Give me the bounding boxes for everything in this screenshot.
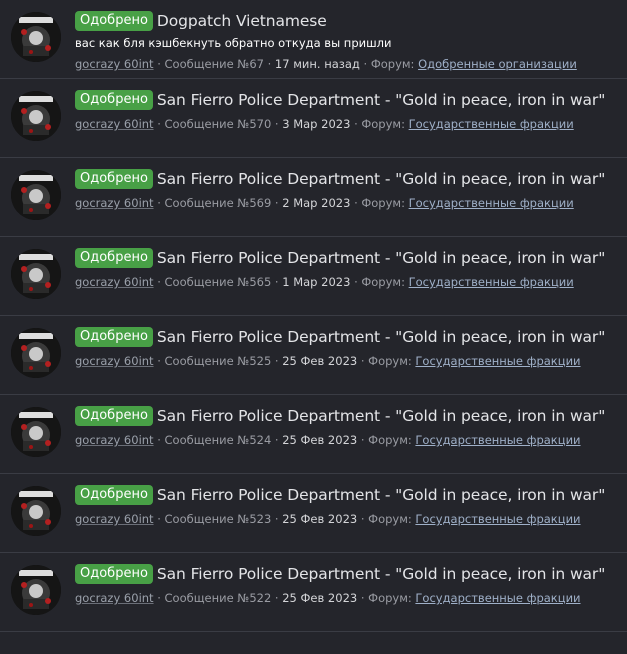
avatar-image-icon xyxy=(11,91,61,141)
post-date: 17 мин. назад xyxy=(274,57,360,71)
result-title-line: Одобрено San Fierro Police Department - "… xyxy=(75,248,605,268)
avatar-image-icon xyxy=(11,565,61,615)
forum-link[interactable]: Государственные фракции xyxy=(415,433,580,447)
author-link[interactable]: gocrazy 60int xyxy=(75,433,154,447)
forum-link[interactable]: Государственные фракции xyxy=(415,591,580,605)
thread-title-link[interactable]: Dogpatch Vietnamese xyxy=(157,12,327,30)
result-item: Одобрено San Fierro Police Department - "… xyxy=(0,553,627,632)
avatar[interactable] xyxy=(11,328,61,378)
result-meta: gocrazy 60int · Сообщение №522 · 25 Фев … xyxy=(75,591,581,605)
status-badge: Одобрено xyxy=(75,406,153,426)
result-meta: gocrazy 60int · Сообщение №569 · 2 Мар 2… xyxy=(75,196,574,210)
result-title-line: Одобрено San Fierro Police Department - "… xyxy=(75,564,605,584)
author-link[interactable]: gocrazy 60int xyxy=(75,275,154,289)
thread-title-link[interactable]: San Fierro Police Department - "Gold in … xyxy=(157,565,605,583)
avatar[interactable] xyxy=(11,170,61,220)
post-date: 25 Фев 2023 xyxy=(282,512,358,526)
result-title-line: Одобрено San Fierro Police Department - "… xyxy=(75,90,605,110)
post-number[interactable]: Сообщение №525 xyxy=(165,354,272,368)
forum-link[interactable]: Государственные фракции xyxy=(415,512,580,526)
status-badge: Одобрено xyxy=(75,90,153,110)
forum-label: Форум: xyxy=(368,512,412,526)
forum-link[interactable]: Одобренные организации xyxy=(418,57,577,71)
forum-link[interactable]: Государственные фракции xyxy=(409,275,574,289)
post-date: 2 Мар 2023 xyxy=(282,196,351,210)
thread-title-link[interactable]: San Fierro Police Department - "Gold in … xyxy=(157,328,605,346)
thread-title-link[interactable]: San Fierro Police Department - "Gold in … xyxy=(157,170,605,188)
forum-link[interactable]: Государственные фракции xyxy=(409,117,574,131)
avatar-image-icon xyxy=(11,170,61,220)
result-meta: gocrazy 60int · Сообщение №570 · 3 Мар 2… xyxy=(75,117,574,131)
avatar[interactable] xyxy=(11,486,61,536)
search-results-list: Одобрено Dogpatch Vietnamese вас как бля … xyxy=(0,0,627,632)
result-title-line: Одобрено Dogpatch Vietnamese xyxy=(75,11,327,31)
result-item: Одобрено San Fierro Police Department - "… xyxy=(0,158,627,237)
post-number[interactable]: Сообщение №523 xyxy=(165,512,272,526)
avatar[interactable] xyxy=(11,12,61,62)
post-snippet: вас как бля кэшбекнуть обратно откуда вы… xyxy=(75,36,392,50)
status-badge: Одобрено xyxy=(75,169,153,189)
status-badge: Одобрено xyxy=(75,327,153,347)
post-date: 25 Фев 2023 xyxy=(282,354,358,368)
author-link[interactable]: gocrazy 60int xyxy=(75,196,154,210)
result-title-line: Одобрено San Fierro Police Department - "… xyxy=(75,406,605,426)
post-number[interactable]: Сообщение №67 xyxy=(165,57,264,71)
avatar[interactable] xyxy=(11,91,61,141)
result-item: Одобрено San Fierro Police Department - "… xyxy=(0,79,627,158)
post-number[interactable]: Сообщение №522 xyxy=(165,591,272,605)
forum-label: Форум: xyxy=(368,433,412,447)
avatar-image-icon xyxy=(11,328,61,378)
status-badge: Одобрено xyxy=(75,11,153,31)
thread-title-link[interactable]: San Fierro Police Department - "Gold in … xyxy=(157,91,605,109)
thread-title-link[interactable]: San Fierro Police Department - "Gold in … xyxy=(157,407,605,425)
status-badge: Одобрено xyxy=(75,485,153,505)
avatar[interactable] xyxy=(11,249,61,299)
author-link[interactable]: gocrazy 60int xyxy=(75,117,154,131)
forum-label: Форум: xyxy=(368,354,412,368)
forum-link[interactable]: Государственные фракции xyxy=(415,354,580,368)
result-title-line: Одобрено San Fierro Police Department - "… xyxy=(75,327,605,347)
result-item: Одобрено San Fierro Police Department - "… xyxy=(0,316,627,395)
result-meta: gocrazy 60int · Сообщение №67 · 17 мин. … xyxy=(75,57,577,71)
result-item: Одобрено San Fierro Police Department - "… xyxy=(0,395,627,474)
post-number[interactable]: Сообщение №565 xyxy=(165,275,272,289)
avatar-image-icon xyxy=(11,486,61,536)
result-meta: gocrazy 60int · Сообщение №565 · 1 Мар 2… xyxy=(75,275,574,289)
avatar-image-icon xyxy=(11,407,61,457)
status-badge: Одобрено xyxy=(75,248,153,268)
result-meta: gocrazy 60int · Сообщение №524 · 25 Фев … xyxy=(75,433,581,447)
post-date: 25 Фев 2023 xyxy=(282,591,358,605)
post-number[interactable]: Сообщение №569 xyxy=(165,196,272,210)
result-meta: gocrazy 60int · Сообщение №523 · 25 Фев … xyxy=(75,512,581,526)
post-date: 3 Мар 2023 xyxy=(282,117,351,131)
author-link[interactable]: gocrazy 60int xyxy=(75,591,154,605)
status-badge: Одобрено xyxy=(75,564,153,584)
avatar[interactable] xyxy=(11,565,61,615)
result-item: Одобрено San Fierro Police Department - "… xyxy=(0,237,627,316)
forum-label: Форум: xyxy=(370,57,415,71)
post-date: 1 Мар 2023 xyxy=(282,275,351,289)
thread-title-link[interactable]: San Fierro Police Department - "Gold in … xyxy=(157,486,605,504)
forum-link[interactable]: Государственные фракции xyxy=(409,196,574,210)
result-item: Одобрено Dogpatch Vietnamese вас как бля … xyxy=(0,0,627,79)
author-link[interactable]: gocrazy 60int xyxy=(75,354,154,368)
avatar[interactable] xyxy=(11,407,61,457)
result-meta: gocrazy 60int · Сообщение №525 · 25 Фев … xyxy=(75,354,581,368)
post-date: 25 Фев 2023 xyxy=(282,433,358,447)
post-number[interactable]: Сообщение №570 xyxy=(165,117,272,131)
avatar-image-icon xyxy=(11,249,61,299)
avatar-image-icon xyxy=(11,12,61,62)
result-title-line: Одобрено San Fierro Police Department - "… xyxy=(75,169,605,189)
author-link[interactable]: gocrazy 60int xyxy=(75,512,154,526)
forum-label: Форум: xyxy=(361,196,405,210)
forum-label: Форум: xyxy=(361,275,405,289)
post-number[interactable]: Сообщение №524 xyxy=(165,433,272,447)
result-item: Одобрено San Fierro Police Department - "… xyxy=(0,474,627,553)
thread-title-link[interactable]: San Fierro Police Department - "Gold in … xyxy=(157,249,605,267)
result-title-line: Одобрено San Fierro Police Department - "… xyxy=(75,485,605,505)
forum-label: Форум: xyxy=(361,117,405,131)
forum-label: Форум: xyxy=(368,591,412,605)
author-link[interactable]: gocrazy 60int xyxy=(75,57,154,71)
